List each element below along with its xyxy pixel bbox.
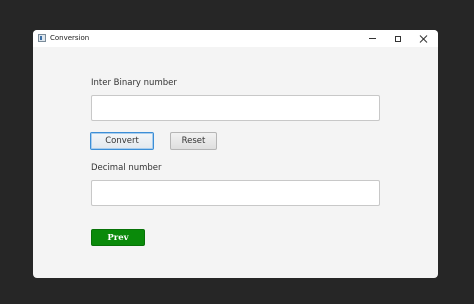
decimal-number-label: Decimal number [91, 163, 162, 173]
reset-button[interactable]: Reset [170, 132, 217, 150]
conversion-window: Conversion Inter Binary number Convert R… [33, 30, 438, 278]
convert-button[interactable]: Convert [90, 132, 154, 150]
binary-number-label: Inter Binary number [91, 78, 177, 88]
binary-number-input[interactable] [91, 95, 380, 121]
prev-button[interactable]: Prev [91, 229, 145, 246]
app-window-icon [38, 34, 46, 42]
title-bar[interactable]: Conversion [33, 30, 438, 47]
window-title: Conversion [50, 34, 90, 42]
decimal-number-input[interactable] [91, 180, 380, 206]
close-button[interactable] [411, 30, 437, 47]
maximize-button[interactable] [385, 30, 411, 47]
close-icon [420, 35, 428, 43]
minimize-icon [368, 38, 376, 39]
minimize-button[interactable] [359, 30, 385, 47]
maximize-icon [395, 35, 401, 42]
